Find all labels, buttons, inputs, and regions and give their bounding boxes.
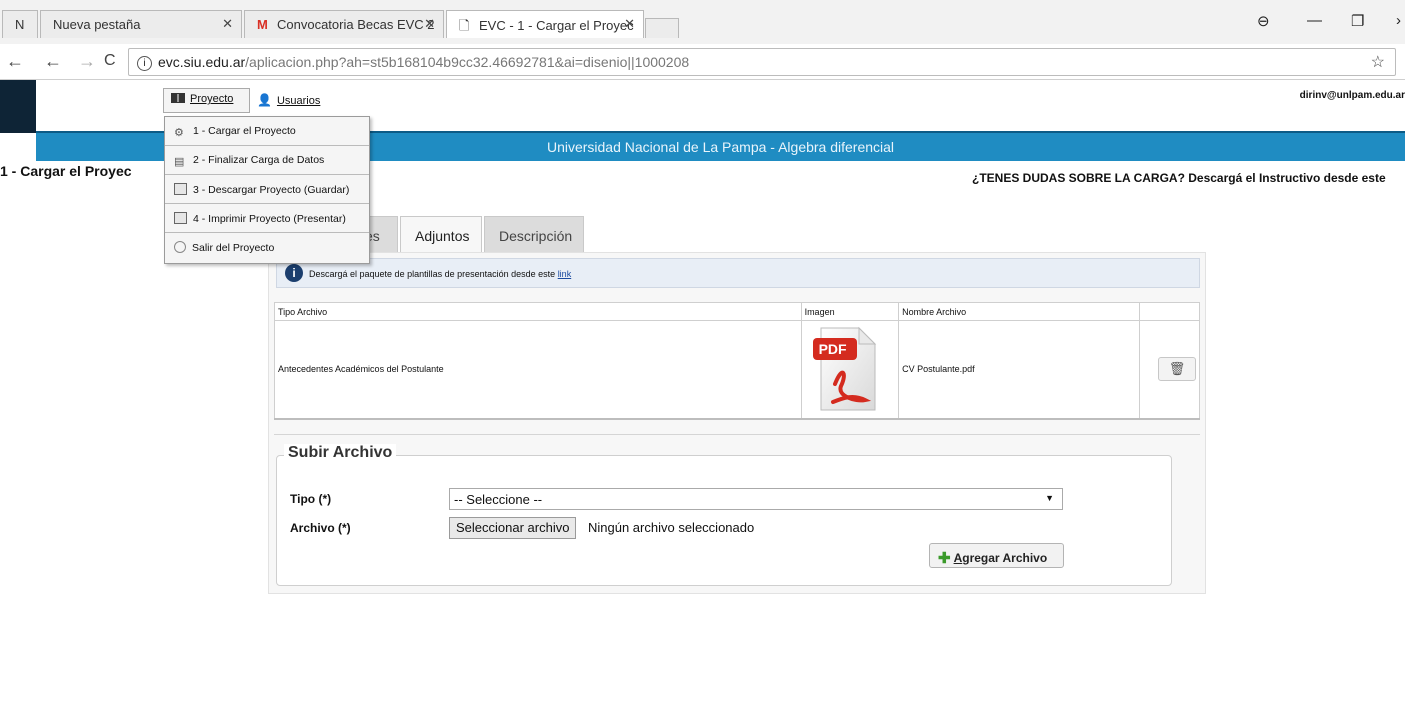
col-imagen: Imagen — [800, 302, 900, 321]
proyecto-link[interactable]: Proyecto — [171, 93, 233, 105]
user-icon: 👤 — [257, 93, 272, 107]
menu-item-descargar[interactable]: 3 - Descargar Proyecto (Guardar) — [165, 175, 369, 204]
upload-legend: Subir Archivo — [284, 444, 397, 462]
accel-key: A — [953, 551, 963, 565]
col-nombre: Nombre Archivo — [898, 302, 1140, 321]
attachments-table: Tipo Archivo Imagen Nombre Archivo Antec… — [274, 302, 1201, 420]
url-path: /aplicacion.php?ah=st5b168104b9cc32.4669… — [245, 54, 690, 70]
browser-tab-active[interactable]: 🗋 EVC - 1 - Cargar el Proyec ✕ — [446, 10, 644, 38]
user-email: dirinv@unlpam.edu.ar — [1299, 90, 1405, 101]
menu-item-imprimir[interactable]: 4 - Imprimir Proyecto (Presentar) — [165, 204, 369, 233]
menu-item-cargar[interactable]: ⚙ 1 - Cargar el Proyecto — [165, 117, 369, 146]
browser-tab-label: EVC - 1 - Cargar el Proyec — [479, 18, 634, 33]
add-file-button[interactable]: ✚ Agregar Archivo — [929, 543, 1064, 568]
image-icon — [174, 212, 187, 224]
back-icon[interactable]: ← — [44, 51, 62, 72]
document-icon: ▤ — [174, 156, 185, 168]
gear-icon: ⚙ — [174, 127, 184, 139]
trash-icon: 🗑 — [1168, 361, 1186, 377]
usuarios-link[interactable]: 👤 Usuarios — [257, 93, 320, 107]
table-header-row: Tipo Archivo Imagen Nombre Archivo — [274, 302, 1201, 321]
pdf-icon-graphic — [812, 327, 876, 411]
menu-item-label: 1 - Cargar el Proyecto — [193, 125, 296, 137]
col-actions — [1138, 302, 1201, 321]
page-title: 1 - Cargar el Proyec — [0, 163, 132, 179]
info-message: i Descargá el paquete de plantillas de p… — [276, 258, 1200, 288]
tab-label: Descripción — [499, 228, 573, 244]
col-tipo: Tipo Archivo — [274, 302, 802, 321]
archivo-label: Archivo (*) — [290, 521, 351, 535]
menu-item-label: Salir del Proyecto — [192, 242, 275, 254]
url-host: evc.siu.edu.ar — [158, 54, 246, 70]
new-tab-button[interactable] — [645, 18, 679, 38]
left-dark-block — [0, 80, 36, 133]
tab-label: Adjuntos — [415, 228, 470, 244]
browser-tab-label: N — [15, 17, 25, 32]
bookmark-star-icon[interactable]: ☆ — [1371, 52, 1385, 72]
cell-imagen: PDF — [800, 320, 900, 420]
pdf-file-icon[interactable]: PDF — [812, 324, 879, 414]
tipo-selected-value: -- Seleccione -- — [454, 492, 543, 507]
table-row: Antecedentes Académicos del Postulante P… — [274, 320, 1201, 420]
close-icon[interactable]: ✕ — [222, 16, 233, 32]
cell-tipo: Antecedentes Académicos del Postulante — [274, 320, 802, 420]
proyecto-label: Proyecto — [190, 93, 234, 105]
cell-actions: 🗑 — [1138, 320, 1201, 420]
tipo-label: Tipo (*) — [290, 492, 332, 506]
forward-icon[interactable]: → — [78, 51, 96, 72]
divider — [274, 434, 1200, 435]
tab-adjuntos[interactable]: Adjuntos — [400, 216, 482, 253]
browser-tab-gmail[interactable]: M Convocatoria Becas EVC 2 ✕ — [244, 10, 444, 38]
browser-tabstrip: N Nueva pestaña ✕ M Convocatoria Becas EV… — [0, 0, 1405, 44]
image-icon — [174, 183, 187, 195]
pdf-label: PDF — [818, 341, 847, 358]
close-icon[interactable]: ✕ — [424, 16, 435, 32]
tipo-select[interactable]: -- Seleccione -- ▼ — [449, 488, 1063, 510]
plantillas-link[interactable]: link — [558, 269, 572, 279]
add-file-label: gregar Archivo — [962, 551, 1048, 565]
page-icon: 🗋 — [459, 18, 470, 33]
dropdown-caret-icon: ▼ — [1045, 493, 1054, 503]
cell-nombre: CV Postulante.pdf — [898, 320, 1140, 420]
info-text: Descargá el paquete de plantillas de pre… — [309, 269, 556, 279]
window-icon — [171, 93, 185, 103]
minimize-icon[interactable]: — — [1307, 12, 1322, 29]
restore-icon[interactable]: ❐ — [1351, 12, 1364, 30]
delete-button[interactable]: 🗑 — [1157, 357, 1196, 382]
browser-toolbar: ← ← → C i evc.siu.edu.ar/aplicacion.php?a… — [0, 44, 1405, 80]
select-file-button[interactable]: Seleccionar archivo — [449, 517, 577, 539]
file-status: Ningún archivo seleccionado — [588, 520, 755, 535]
close-icon[interactable]: ✕ — [624, 16, 635, 32]
browser-tab-label: Convocatoria Becas EVC 2 — [277, 17, 435, 32]
info-icon: i — [285, 264, 303, 282]
back-arrow-icon[interactable]: ← — [6, 51, 24, 72]
browser-tab-partial[interactable]: N — [2, 10, 38, 38]
browser-tab-nueva[interactable]: Nueva pestaña ✕ — [40, 10, 242, 38]
usuarios-label: Usuarios — [276, 95, 321, 107]
instructivo-notice[interactable]: ¿TENES DUDAS SOBRE LA CARGA? Descargá el… — [972, 171, 1386, 185]
info-icon[interactable]: i — [137, 56, 152, 71]
profile-icon[interactable]: ⊖ — [1257, 12, 1270, 30]
proyecto-dropdown-menu: ⚙ 1 - Cargar el Proyecto ▤ 2 - Finalizar C… — [164, 116, 370, 264]
reload-icon[interactable]: C — [104, 52, 116, 70]
menu-item-finalizar[interactable]: ▤ 2 - Finalizar Carga de Datos — [165, 146, 369, 175]
menu-item-label: 4 - Imprimir Proyecto (Presentar) — [193, 213, 346, 225]
tab-descripcion[interactable]: Descripción — [484, 216, 584, 252]
menu-item-salir[interactable]: Salir del Proyecto — [165, 233, 369, 262]
gmail-icon: M — [257, 17, 268, 32]
exit-icon — [174, 241, 186, 253]
address-bar[interactable]: i evc.siu.edu.ar/aplicacion.php?ah=st5b16… — [128, 48, 1396, 76]
menu-item-label: 3 - Descargar Proyecto (Guardar) — [193, 184, 350, 196]
close-window-icon[interactable]: › — [1396, 12, 1401, 29]
plus-icon: ✚ — [938, 550, 951, 567]
browser-tab-label: Nueva pestaña — [53, 17, 141, 32]
menu-item-label: 2 - Finalizar Carga de Datos — [193, 154, 325, 166]
